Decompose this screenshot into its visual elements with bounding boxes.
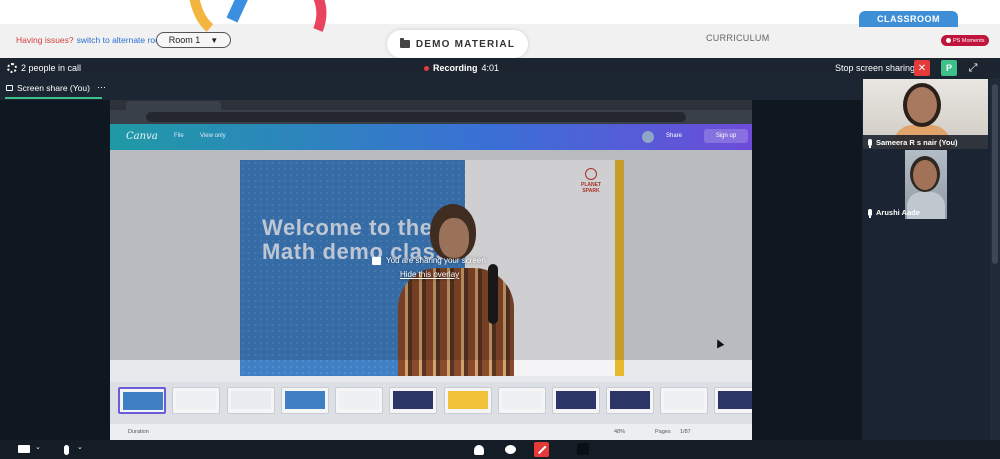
browser-url-bar [110, 110, 752, 124]
room-select[interactable]: Room 1 ▼ [156, 32, 231, 48]
slide-thumbnail [498, 387, 546, 414]
duration-label: Duration [128, 429, 149, 435]
page-count: 1/87 [680, 429, 691, 435]
call-bar: 2 people in call Recording 4:01 Stop scr… [0, 58, 1000, 78]
demo-material-button[interactable]: DEMO MATERIAL [387, 30, 528, 58]
gear-icon[interactable] [7, 63, 17, 73]
record-icon[interactable] [577, 443, 589, 455]
slide-thumbnail [118, 387, 166, 414]
close-icon: ✕ [917, 62, 927, 74]
recording-indicator: Recording 4:01 [424, 63, 499, 73]
recording-time: 4:01 [481, 63, 500, 73]
issue-message: Having issues? switch to alternate room [16, 35, 167, 45]
slide-thumbnail [714, 387, 752, 414]
shared-screen: Canva File View only Share Sign up Welco… [110, 100, 752, 440]
issue-text: Having issues? [16, 35, 74, 45]
globe-icon [642, 131, 654, 143]
canva-toolbar: Canva File View only Share Sign up [110, 124, 752, 150]
ps-moments-button[interactable]: PS Moments [941, 35, 990, 46]
participant-name-bar: Arushi Aade [863, 205, 988, 219]
pages-label: Pages [655, 429, 671, 435]
hide-overlay-link[interactable]: Hide this overlay [400, 270, 502, 279]
demo-material-label: DEMO MATERIAL [415, 38, 516, 50]
people-count: 2 people in call [21, 63, 82, 73]
tab-screen-share-label: Screen share (You) [17, 82, 90, 93]
camera-icon[interactable] [18, 445, 30, 453]
chat-icon[interactable] [505, 445, 516, 454]
canva-footer: Duration 48% Pages 1/87 [110, 424, 752, 440]
slide-thumbnail [172, 387, 220, 414]
alternate-room-link[interactable]: switch to alternate room [77, 35, 167, 45]
slide-thumbnails [110, 382, 752, 424]
browser-tab [126, 101, 221, 110]
fullscreen-icon[interactable]: ⤢ [967, 62, 979, 74]
canva-share: Share [666, 133, 683, 139]
participants-icon[interactable] [474, 445, 484, 455]
participant-name: Sameera R s nair (You) [876, 137, 958, 147]
slide-thumbnail [660, 387, 708, 414]
recording-dot-icon [424, 65, 429, 71]
more-icon[interactable]: ⋯ [97, 82, 106, 93]
room-select-value: Room 1 [168, 35, 201, 45]
participants-panel: Sameera R s nair (You) Arushi Aade [862, 78, 1000, 448]
microphone-icon [868, 138, 872, 148]
main-area: Screen share (You) ⋯ Canva File View onl… [0, 78, 1000, 459]
participant-name: Arushi Aade [876, 207, 920, 217]
stop-sharing-button[interactable]: ✕ [914, 60, 930, 76]
slide-thumbnail [552, 387, 600, 414]
scrollbar[interactable] [990, 78, 1000, 448]
screen-share-icon [6, 84, 13, 91]
zoom-level: 48% [614, 429, 626, 435]
top-header: Having issues? switch to alternate room R… [0, 0, 1000, 58]
participant-video-face [913, 160, 937, 190]
browser-url-box [146, 112, 686, 122]
participant-video-face [907, 87, 937, 123]
slide-thumbnail [281, 387, 329, 414]
sub-tab-row: Screen share (You) ⋯ [0, 78, 862, 100]
scrollbar-thumb[interactable] [992, 84, 998, 264]
share-overlay-dim [110, 150, 752, 360]
canva-signup: Sign up [704, 129, 748, 143]
slide-thumbnail [335, 387, 383, 414]
tab-active-indicator [5, 97, 102, 99]
canva-logo: Canva [126, 131, 158, 142]
classroom-tab[interactable]: CLASSROOM [859, 11, 958, 27]
slide-thumbnail [606, 387, 654, 414]
canva-file-menu: File [174, 133, 184, 139]
curriculum-tab[interactable]: CURRICULUM [706, 33, 770, 43]
microphone-icon [868, 208, 872, 218]
participant-tile[interactable]: Sameera R s nair (You) [863, 79, 988, 149]
canva-view-only: View only [200, 133, 226, 139]
screen-share-icon [372, 256, 381, 265]
slide-thumbnail [227, 387, 275, 414]
folder-icon [399, 38, 410, 48]
avatar[interactable]: P [941, 60, 957, 76]
control-bar: ⌄ ⌄ [0, 440, 1000, 459]
header-white-strip [0, 0, 1000, 24]
slide-thumbnail [444, 387, 492, 414]
participant-name-bar: Sameera R s nair (You) [863, 135, 988, 149]
screen-share-off-icon[interactable] [534, 442, 549, 457]
recording-label: Recording [433, 63, 478, 73]
overlay-message: You are sharing your screen [372, 256, 502, 265]
share-overlay: You are sharing your screen Hide this ov… [372, 256, 502, 286]
participant-tile[interactable]: Arushi Aade [863, 150, 988, 219]
chevron-down-icon[interactable]: ⌄ [35, 443, 41, 451]
slide-thumbnail [389, 387, 437, 414]
tab-screen-share[interactable]: Screen share (You) ⋯ [6, 82, 106, 93]
browser-tab-strip [110, 100, 752, 110]
chevron-down-icon[interactable]: ⌄ [77, 443, 83, 451]
microphone-icon[interactable] [64, 445, 69, 455]
overlay-message-text: You are sharing your screen [386, 256, 486, 265]
ps-moments-icon [946, 38, 951, 43]
stop-sharing-label: Stop screen sharing [835, 63, 916, 73]
ps-moments-label: PS Moments [953, 37, 985, 44]
caret-down-icon: ▼ [210, 35, 219, 45]
